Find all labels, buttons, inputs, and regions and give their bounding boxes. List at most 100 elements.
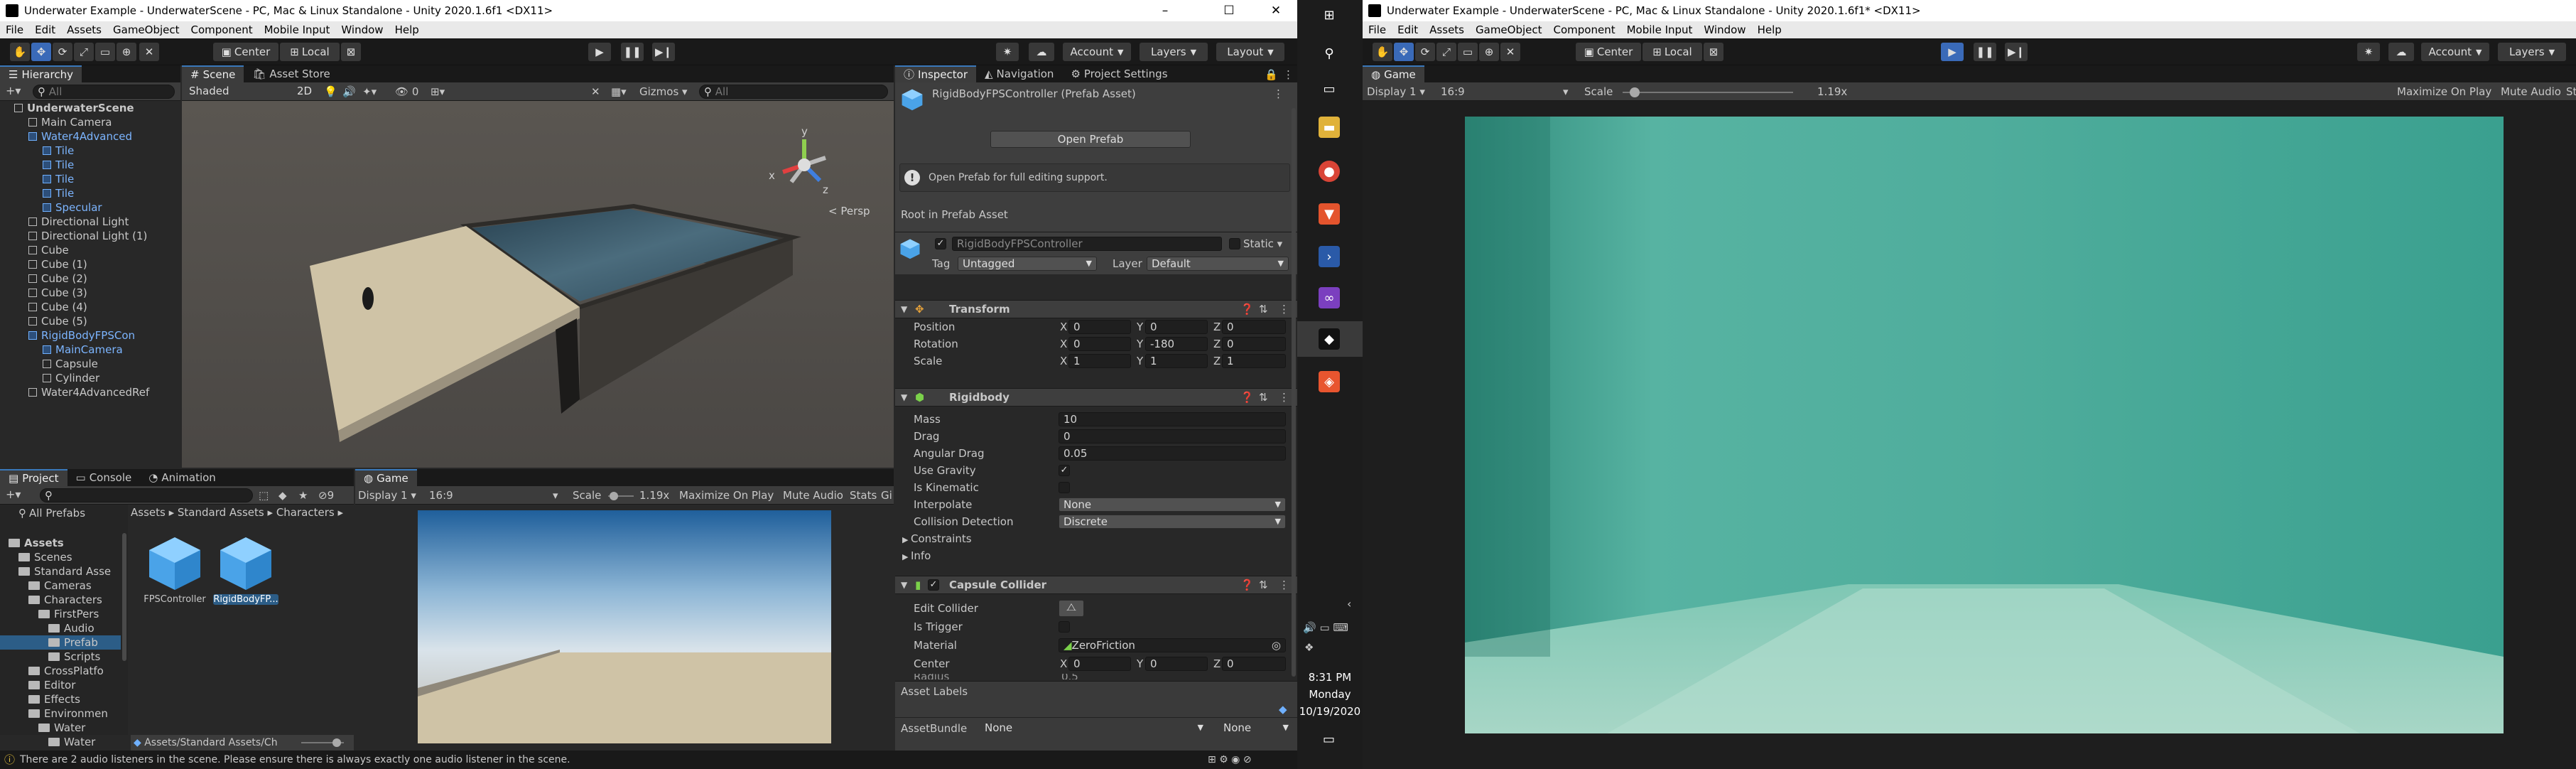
- menu-edit[interactable]: Edit: [35, 23, 55, 36]
- play-button[interactable]: ▶: [1941, 43, 1964, 61]
- lock-icon[interactable]: 🔒: [1265, 68, 1278, 81]
- grid-icon[interactable]: ▦▾: [611, 85, 627, 99]
- transform-x-field[interactable]: 0: [1068, 337, 1131, 351]
- space-local-toggle[interactable]: ⊞ Local: [280, 43, 340, 61]
- tab-inspector[interactable]: ⓘ Inspector: [895, 65, 976, 82]
- angular-drag-field[interactable]: 0.05: [1059, 446, 1286, 461]
- transform-z-field[interactable]: 1: [1222, 354, 1286, 368]
- git-icon[interactable]: ◈: [1319, 371, 1340, 392]
- hierarchy-item[interactable]: Water4AdvancedRef: [0, 385, 180, 399]
- star-icon[interactable]: ★: [298, 488, 308, 502]
- project-folder[interactable]: Cameras: [0, 579, 92, 593]
- more-icon[interactable]: ⋮: [1283, 68, 1294, 81]
- notification-icon[interactable]: ▭: [1323, 732, 1335, 747]
- transform-y-field[interactable]: -180: [1145, 337, 1208, 351]
- aspect-chevron-icon[interactable]: ▾: [553, 488, 558, 502]
- collab-icon[interactable]: ✷: [2357, 43, 2380, 61]
- maximize-on-play-toggle[interactable]: Maximize On Play: [679, 488, 774, 502]
- space-local-toggle[interactable]: ⊞ Local: [1643, 43, 1702, 61]
- interpolate-dropdown[interactable]: None ▼: [1059, 498, 1286, 512]
- close-button[interactable]: ✕: [1255, 0, 1297, 21]
- project-folder[interactable]: CrossPlatfo: [0, 664, 104, 678]
- maximize-on-play-toggle[interactable]: Maximize On Play: [2397, 85, 2491, 99]
- project-folder[interactable]: Scenes: [0, 550, 72, 564]
- help-icon[interactable]: ❓: [1240, 302, 1254, 316]
- clock-time[interactable]: 8:31 PM: [1297, 671, 1363, 684]
- hierarchy-item[interactable]: Tile: [0, 144, 180, 158]
- project-folder[interactable]: Effects: [0, 692, 80, 706]
- hierarchy-item[interactable]: Cube: [0, 243, 180, 257]
- project-folder[interactable]: Prefab: [0, 635, 121, 650]
- hierarchy-item[interactable]: Tile: [0, 186, 180, 200]
- assetbundle-variant-dropdown[interactable]: None ▼: [1219, 721, 1293, 736]
- transform-y-field[interactable]: 1: [1145, 354, 1208, 368]
- assetbundle-dropdown[interactable]: None ▼: [980, 721, 1208, 736]
- more-icon[interactable]: ⋮: [1279, 302, 1289, 316]
- project-folder[interactable]: Editor: [0, 678, 75, 692]
- hierarchy-item[interactable]: Cube (4): [0, 300, 180, 314]
- use-gravity-checkbox[interactable]: ✓: [1059, 465, 1070, 476]
- lighting-icon[interactable]: 💡: [324, 85, 337, 99]
- add-icon[interactable]: +▾: [6, 488, 21, 501]
- inspector-scrollbar[interactable]: [1292, 108, 1296, 677]
- stats-toggle[interactable]: St: [2566, 85, 2576, 99]
- layer-dropdown[interactable]: Default ▼: [1147, 257, 1289, 271]
- stats-toggle[interactable]: Stats: [850, 488, 877, 502]
- shading-dropdown[interactable]: Shaded: [185, 85, 284, 99]
- hidden-packages-toggle[interactable]: ⊘9: [318, 488, 334, 502]
- transform-z-field[interactable]: 0: [1222, 337, 1286, 351]
- custom-tool-icon[interactable]: ✕: [139, 43, 159, 61]
- tab-hierarchy[interactable]: ☰ Hierarchy: [0, 65, 82, 82]
- status-message[interactable]: There are 2 audio listeners in the scene…: [20, 753, 570, 767]
- hierarchy-item[interactable]: Cube (1): [0, 257, 180, 271]
- hierarchy-item[interactable]: UnderwaterScene: [0, 101, 180, 115]
- filter-icon[interactable]: ⬚: [259, 488, 269, 502]
- preset-icon[interactable]: ⇅: [1259, 302, 1268, 316]
- center-z-field[interactable]: 0: [1222, 657, 1286, 671]
- rect-tool-icon[interactable]: ▭: [95, 43, 115, 61]
- tray-icons[interactable]: 🔊 ▭ ⌨: [1303, 621, 1348, 634]
- cloud-icon[interactable]: ☁: [2388, 43, 2414, 61]
- tab-project[interactable]: ▤ Project: [0, 469, 67, 486]
- windows-start-icon[interactable]: ⊞: [1319, 4, 1340, 26]
- menu-window[interactable]: Window: [341, 23, 383, 36]
- collision-detection-dropdown[interactable]: Discrete ▼: [1059, 515, 1286, 529]
- transform-tool-icon[interactable]: ⊕: [117, 43, 136, 61]
- game-view-small[interactable]: [418, 510, 831, 743]
- hierarchy-item[interactable]: RigidBodyFPSCon: [0, 328, 180, 343]
- label-icon[interactable]: ◆: [278, 488, 287, 502]
- preset-icon[interactable]: ⇅: [1259, 578, 1268, 592]
- mute-audio-toggle[interactable]: Mute Audio: [2501, 85, 2561, 99]
- gizmos-dropdown[interactable]: Gizmos ▾: [639, 85, 688, 99]
- move-tool-icon[interactable]: ✥: [1394, 43, 1414, 61]
- is-trigger-checkbox[interactable]: [1059, 621, 1070, 633]
- menu-file[interactable]: File: [1368, 23, 1386, 36]
- breadcrumb-standard-assets[interactable]: Standard Assets: [178, 506, 264, 519]
- tab-game[interactable]: ◍ Game: [1363, 65, 1424, 82]
- tray-chevron-icon[interactable]: ‹: [1347, 597, 1351, 611]
- file-explorer-icon[interactable]: ▬: [1319, 117, 1340, 138]
- hierarchy-item[interactable]: Cube (5): [0, 314, 180, 328]
- layers-dropdown[interactable]: Layers ▼: [2498, 43, 2566, 61]
- hierarchy-item[interactable]: Capsule: [0, 357, 180, 371]
- camera-icon[interactable]: ⊞▾: [431, 85, 445, 99]
- status-icons[interactable]: ⊞ ⚙ ◉ ⊘: [1208, 753, 1252, 767]
- step-button[interactable]: ▶❙: [652, 43, 675, 61]
- menu-gameobject[interactable]: GameObject: [1476, 23, 1542, 36]
- effects-icon[interactable]: ✦▾: [362, 85, 377, 99]
- project-folder[interactable]: Assets: [0, 536, 64, 550]
- hand-tool-icon[interactable]: ✋: [1373, 43, 1392, 61]
- hierarchy-item[interactable]: Directional Light (1): [0, 229, 180, 243]
- scale-slider[interactable]: [608, 492, 634, 500]
- hierarchy-item[interactable]: Tile: [0, 158, 180, 172]
- rotate-tool-icon[interactable]: ⟳: [1415, 43, 1435, 61]
- hierarchy-item[interactable]: Main Camera: [0, 115, 180, 129]
- scale-slider[interactable]: [1623, 87, 1793, 97]
- move-tool-icon[interactable]: ✥: [31, 43, 51, 61]
- center-x-field[interactable]: 0: [1068, 657, 1131, 671]
- hierarchy-item[interactable]: Cylinder: [0, 371, 180, 385]
- menu-edit[interactable]: Edit: [1397, 23, 1418, 36]
- rigidbody-header[interactable]: ▼ ⬢ Rigidbody ❓ ⇅ ⋮: [895, 388, 1297, 407]
- project-folder[interactable]: Audio: [0, 621, 94, 635]
- hierarchy-item[interactable]: MainCamera: [0, 343, 180, 357]
